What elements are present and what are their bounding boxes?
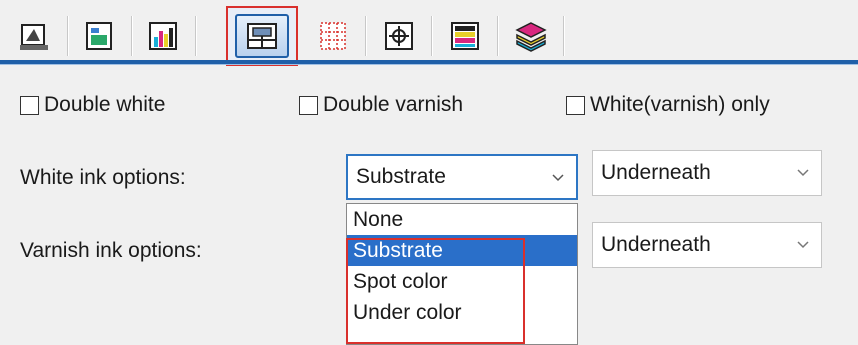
white-ink-source-list: None Substrate Spot color Under color <box>346 203 578 345</box>
tab-grid-layout[interactable] <box>304 12 366 60</box>
tab-crop-marks[interactable] <box>370 12 432 60</box>
white-ink-options-label: White ink options: <box>20 166 186 189</box>
tab-layer-stack[interactable] <box>436 12 498 60</box>
tab-color-management[interactable] <box>70 12 132 60</box>
ink-levels-icon <box>149 22 177 50</box>
crop-mark-icon <box>385 22 413 50</box>
white-ink-position-value: Underneath <box>601 161 711 184</box>
chevron-down-icon <box>797 169 809 177</box>
color-management-icon <box>86 22 112 50</box>
chevron-down-icon <box>552 174 564 182</box>
white-varnish-only-option[interactable]: White(varnish) only <box>566 93 770 117</box>
tab-white-ink-layout[interactable] <box>226 6 298 66</box>
layers-icon <box>515 22 547 52</box>
print-settings-icon <box>20 24 48 50</box>
dropdown-option-spot-color[interactable]: Spot color <box>347 266 577 297</box>
dropdown-option-substrate[interactable]: Substrate <box>347 235 577 266</box>
dropdown-option-none[interactable]: None <box>347 204 577 235</box>
white-varnish-only-checkbox[interactable] <box>566 95 585 115</box>
chevron-down-icon <box>797 241 809 249</box>
varnish-ink-options-label: Varnish ink options: <box>20 239 202 262</box>
tab-ink-levels[interactable] <box>134 12 196 60</box>
varnish-ink-position-value: Underneath <box>601 233 711 256</box>
grid-layout-icon <box>320 22 346 50</box>
white-ink-source-dropdown[interactable]: Substrate <box>346 154 578 200</box>
toolbar <box>0 0 858 66</box>
double-varnish-checkbox[interactable] <box>299 95 318 115</box>
tab-print-settings[interactable] <box>6 12 68 60</box>
varnish-ink-position-dropdown[interactable]: Underneath <box>592 222 822 268</box>
layer-stack-icon <box>451 22 479 50</box>
white-ink-position-dropdown[interactable]: Underneath <box>592 150 822 196</box>
white-ink-source-value: Substrate <box>356 165 446 188</box>
dropdown-option-under-color[interactable]: Under color <box>347 297 577 328</box>
double-varnish-option[interactable]: Double varnish <box>299 93 463 117</box>
white-ink-layout-icon <box>247 23 277 49</box>
tab-layers[interactable] <box>502 12 564 60</box>
white-varnish-only-label: White(varnish) only <box>590 93 770 116</box>
double-white-option[interactable]: Double white <box>20 93 165 117</box>
double-white-checkbox[interactable] <box>20 95 39 115</box>
double-varnish-label: Double varnish <box>323 93 464 116</box>
double-white-label: Double white <box>44 93 166 116</box>
